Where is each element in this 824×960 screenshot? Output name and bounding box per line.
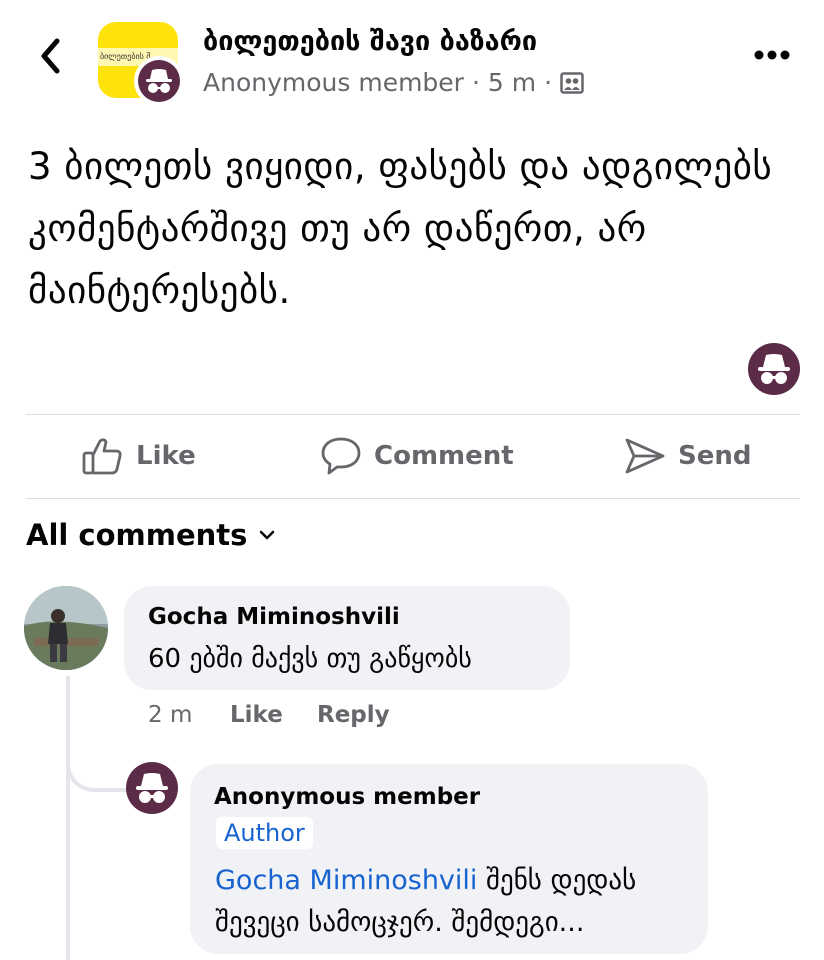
post-text: 3 ბილეთს ვიყიდი, ფასებს და ადგილებს კომე… [28,145,773,312]
reply-mention[interactable]: Gocha Miminoshvili [215,865,477,896]
commenter-avatar[interactable] [24,586,108,670]
comments-filter[interactable]: All comments [26,518,275,552]
comment-button[interactable]: Comment [320,434,514,478]
comment-like-button[interactable]: Like [230,702,283,728]
comment-text: 60 ებში მაქვს თუ გაწყობს [148,644,472,674]
anonymous-avatar-small[interactable] [134,56,184,106]
reply-text: Gocha Miminoshvili შენს დედას შევეცი სამ… [215,860,695,944]
comment-author[interactable]: Gocha Miminoshvili [148,604,400,630]
comment-reply-button[interactable]: Reply [317,702,390,728]
chevron-down-icon [260,530,275,540]
poster-name: Anonymous member [203,68,464,97]
incognito-icon [136,773,168,803]
group-name[interactable]: ბილეთების შავი ბაზარი [203,26,537,57]
back-button[interactable] [30,36,70,76]
comment-bubble[interactable]: Gocha Miminoshvili 60 ებში მაქვს თუ გაწყ… [124,586,570,690]
incognito-icon [758,354,790,384]
like-label: Like [136,441,196,471]
anonymous-avatar-post[interactable] [748,343,800,395]
post-time[interactable]: 5 m [488,68,536,97]
divider [26,498,800,499]
divider [26,414,800,415]
more-options-button[interactable] [750,40,794,70]
send-icon [625,438,665,474]
post-meta: Anonymous member · 5 m · [203,68,584,97]
send-label: Send [678,441,752,471]
meta-separator: · [471,68,480,97]
meta-separator: · [544,68,553,97]
reply-author[interactable]: Anonymous member [214,784,480,810]
like-button[interactable]: Like [82,434,196,478]
chevron-left-icon [41,38,60,74]
group-privacy-icon [560,71,584,94]
more-horizontal-icon [754,50,790,60]
send-button[interactable]: Send [624,434,751,478]
comment-time: 2 m [148,702,193,728]
thread-line [66,676,70,960]
profile-photo [24,586,108,670]
comment-icon [321,437,361,475]
incognito-icon [146,69,172,93]
anonymous-avatar-reply[interactable] [126,762,178,814]
comments-filter-label: All comments [26,518,248,552]
thumbs-up-icon [82,438,122,475]
comment-label: Comment [374,441,514,471]
thread-connector [66,740,130,792]
author-badge: Author [216,817,313,849]
